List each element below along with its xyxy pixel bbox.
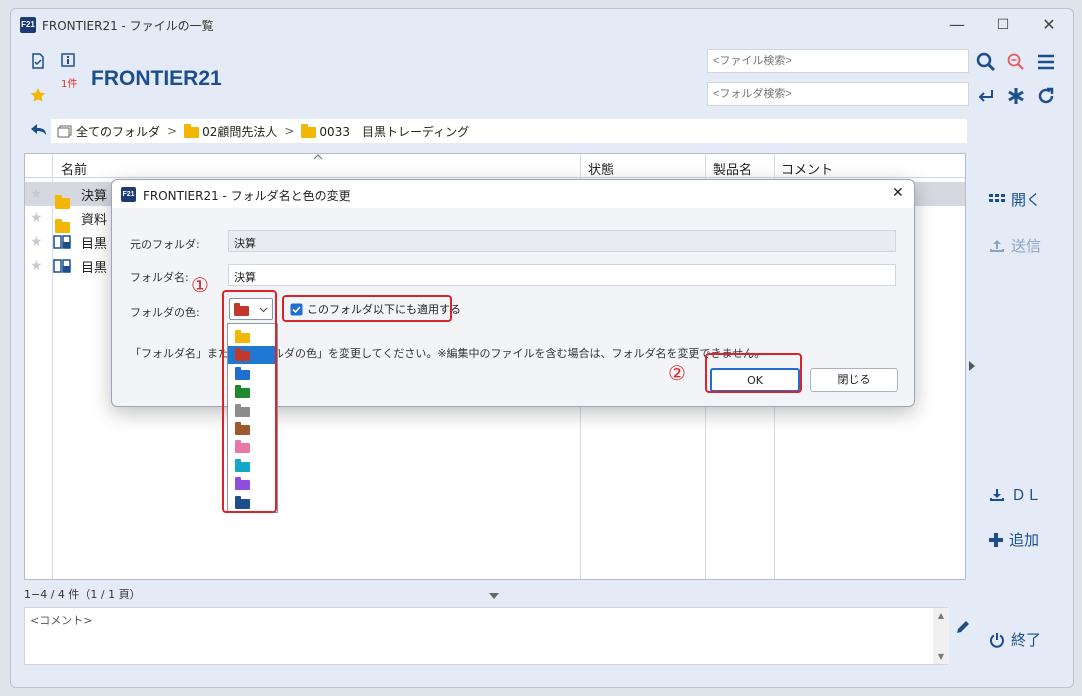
dialog-title: FRONTIER21 - フォルダ名と色の変更 — [143, 189, 351, 203]
main-window: F21 FRONTIER21 - ファイルの一覧 — ☐ ✕ 1件 FRONTI… — [10, 8, 1074, 688]
open-button[interactable]: 開く — [989, 189, 1041, 210]
dialog-title-bar: F21 FRONTIER21 - フォルダ名と色の変更 ✕ — [112, 180, 914, 208]
folder-name-label: フォルダ名: — [130, 271, 189, 284]
row-name: 目黒 — [81, 236, 108, 252]
enter-icon[interactable] — [975, 85, 997, 107]
app-logo-icon: F21 — [20, 17, 36, 33]
annotation-frame-color — [222, 290, 277, 513]
annotation-frame-ok — [705, 353, 802, 393]
list-header: 名前 状態 製品名 コメント — [25, 154, 965, 178]
all-folders-icon — [57, 125, 72, 137]
breadcrumb-item-label: 0033 目黒トレーディング — [319, 124, 470, 139]
grid-icon — [989, 193, 1005, 202]
folder-name-input[interactable]: 決算 — [228, 264, 896, 286]
download-icon — [990, 488, 1004, 501]
close-button[interactable]: ✕ — [1027, 13, 1071, 37]
expand-panel-icon[interactable] — [969, 361, 975, 371]
comment-box[interactable]: <コメント> — [24, 607, 948, 665]
add-button[interactable]: 追加 — [989, 529, 1039, 550]
chevron-down-icon[interactable] — [489, 593, 499, 599]
annotation-number-one: ① — [191, 273, 209, 297]
download-label: ＤＬ — [1011, 486, 1042, 504]
exit-label: 終了 — [1011, 631, 1042, 649]
breadcrumb-item-company[interactable]: 0033 目黒トレーディング — [301, 123, 469, 140]
book-icon — [53, 235, 71, 249]
power-icon — [990, 632, 1004, 648]
breadcrumb: 全てのフォルダ > 02顧問先法人 > 0033 目黒トレーディング — [51, 119, 967, 143]
original-folder-value: 決算 — [228, 230, 896, 252]
clear-search-icon[interactable] — [1005, 51, 1027, 73]
open-label: 開く — [1011, 191, 1042, 209]
annotation-frame-checkbox — [282, 295, 452, 322]
column-comment[interactable]: コメント — [781, 159, 833, 178]
folder-icon — [301, 124, 317, 138]
column-product[interactable]: 製品名 — [713, 159, 752, 178]
breadcrumb-item-client[interactable]: 02顧問先法人 — [184, 123, 277, 140]
plus-icon — [989, 532, 1003, 547]
add-label: 追加 — [1009, 531, 1040, 549]
brand-title: FRONTIER21 — [91, 67, 222, 90]
menu-icon[interactable] — [1035, 51, 1057, 73]
search-icon[interactable] — [975, 51, 997, 73]
dialog-close-button[interactable]: 閉じる — [810, 368, 898, 392]
app-logo-icon: F21 — [121, 187, 136, 202]
item-count: 1件 — [61, 79, 78, 90]
upload-icon — [990, 239, 1004, 252]
minimize-button[interactable]: — — [935, 13, 979, 37]
breadcrumb-separator: > — [284, 124, 295, 138]
star-icon[interactable]: ★ — [30, 210, 43, 226]
star-icon[interactable]: ★ — [30, 234, 43, 250]
annotation-number-two: ② — [668, 361, 686, 385]
send-button[interactable]: 送信 — [989, 235, 1041, 256]
favorite-star-icon[interactable] — [30, 87, 46, 103]
breadcrumb-root-label: 全てのフォルダ — [76, 124, 161, 139]
exit-button[interactable]: 終了 — [989, 629, 1041, 650]
scroll-down-icon[interactable]: ▼ — [933, 652, 949, 661]
info-icon[interactable] — [61, 53, 75, 67]
title-bar: F21 FRONTIER21 - ファイルの一覧 — ☐ ✕ — [11, 9, 1073, 41]
row-name: 決算 — [81, 188, 108, 204]
row-name: 目黒 — [81, 260, 108, 276]
column-status[interactable]: 状態 — [588, 159, 614, 178]
checklist-icon[interactable] — [31, 53, 45, 69]
sort-ascending-icon — [313, 154, 323, 160]
dialog-close-icon[interactable]: ✕ — [892, 185, 904, 201]
column-name[interactable]: 名前 — [61, 159, 87, 178]
star-icon[interactable]: ★ — [30, 186, 43, 202]
original-folder-label: 元のフォルダ: — [130, 238, 200, 251]
refresh-icon[interactable] — [1035, 85, 1057, 107]
folder-icon — [184, 124, 200, 138]
asterisk-icon[interactable] — [1005, 85, 1027, 107]
breadcrumb-root[interactable]: 全てのフォルダ — [57, 123, 160, 140]
send-label: 送信 — [1011, 237, 1042, 255]
file-search-input[interactable] — [707, 49, 969, 73]
star-icon[interactable]: ★ — [30, 258, 43, 274]
back-icon[interactable] — [30, 122, 48, 138]
page-status: 1−4 / 4 件（1 / 1 頁） — [24, 588, 141, 601]
maximize-button[interactable]: ☐ — [981, 13, 1025, 37]
breadcrumb-item-label: 02顧問先法人 — [202, 124, 278, 139]
comment-scrollbar[interactable]: ▲ ▼ — [933, 608, 949, 664]
folder-search-input[interactable] — [707, 82, 969, 106]
download-button[interactable]: ＤＬ — [989, 484, 1041, 505]
folder-color-label: フォルダの色: — [130, 306, 200, 319]
book-icon — [53, 259, 71, 273]
scroll-up-icon[interactable]: ▲ — [933, 611, 949, 620]
window-title: FRONTIER21 - ファイルの一覧 — [42, 19, 214, 33]
row-name: 資料 — [81, 212, 108, 228]
breadcrumb-separator: > — [167, 124, 178, 138]
pencil-icon[interactable] — [955, 619, 971, 635]
